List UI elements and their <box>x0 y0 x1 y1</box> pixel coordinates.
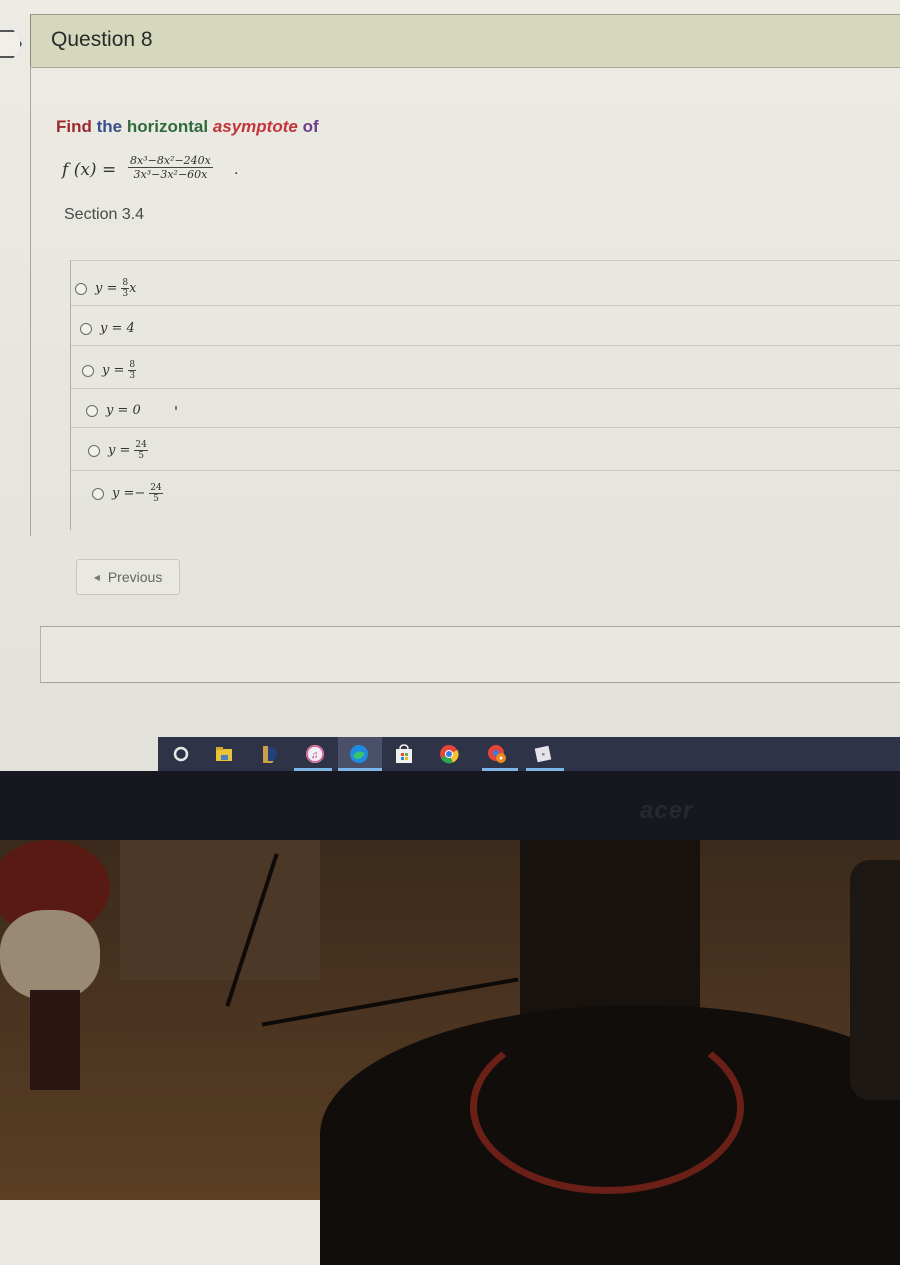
answer-choices <box>70 260 900 530</box>
toy-figure <box>850 860 900 1100</box>
divider <box>71 260 900 261</box>
prompt-word: asymptote <box>212 117 298 136</box>
wall-region <box>120 840 320 980</box>
answer-choice-4[interactable]: y = 0 <box>86 403 141 418</box>
stand-accent-ring <box>470 1020 744 1194</box>
answer-choice-5[interactable]: y = 24 5 <box>88 440 148 461</box>
question-header: Question 8 <box>30 14 900 68</box>
answer-choice-1[interactable]: y = 83 x <box>75 278 136 299</box>
question-nav-arrow[interactable] <box>0 30 22 58</box>
choice-lhs: y = 0 <box>106 403 141 418</box>
radio-button[interactable] <box>88 444 100 457</box>
question-prompt: Find the horizontal asymptote of <box>56 117 319 137</box>
prompt-word: Find <box>56 117 92 136</box>
cursor-mark <box>175 406 177 410</box>
divider <box>71 305 900 306</box>
radio-button[interactable] <box>75 282 87 295</box>
question-title: Question 8 <box>51 28 153 51</box>
prompt-word: of <box>302 117 319 136</box>
choice-fraction: 83 <box>128 360 137 381</box>
choice-sign: − <box>134 486 146 501</box>
prompt-word: the <box>96 117 123 136</box>
choice-lhs: y = 4 <box>100 321 135 336</box>
formula-fraction: 8x³−8x²−240x 3x³−3x²−60x <box>128 154 213 181</box>
choice-fraction: 83 <box>121 278 130 299</box>
choice-numerator: 8 <box>121 278 130 289</box>
answer-choice-3[interactable]: y = 83 <box>82 360 137 381</box>
radio-button[interactable] <box>92 487 104 500</box>
room-background <box>0 840 900 1265</box>
monitor-bezel <box>0 771 900 841</box>
choice-lhs: y = <box>102 363 125 378</box>
file-explorer-icon[interactable] <box>213 743 235 765</box>
answer-choice-6[interactable]: y = − 24 5 <box>92 483 163 504</box>
previous-label: Previous <box>107 569 163 585</box>
itunes-icon[interactable]: ♫ <box>304 743 326 765</box>
choice-denominator: 3 <box>122 289 129 299</box>
divider <box>71 427 900 428</box>
chrome-profile-icon[interactable] <box>486 743 508 765</box>
formula-period: . <box>234 162 239 178</box>
choice-lhs: y = <box>108 443 131 458</box>
radio-button[interactable] <box>80 322 92 335</box>
cortana-icon[interactable] <box>170 743 192 765</box>
section-label: Section 3.4 <box>64 206 145 223</box>
choice-numerator: 24 <box>134 440 148 451</box>
choice-lhs: y = <box>95 281 118 296</box>
radio-button[interactable] <box>86 404 98 417</box>
formula-numerator: 8x³−8x²−240x <box>128 154 213 168</box>
prompt-word: horizontal <box>126 117 209 136</box>
footer-panel <box>40 626 900 683</box>
choice-fraction: 24 5 <box>149 483 163 504</box>
previous-button[interactable]: ◀ Previous <box>76 559 180 595</box>
toy-face <box>0 910 100 1000</box>
formula-denominator: 3x³−3x²−60x <box>133 168 208 181</box>
choice-fraction: 24 5 <box>134 440 148 461</box>
microsoft-store-icon[interactable] <box>393 743 415 765</box>
toy-figure <box>0 840 120 1100</box>
chrome-icon[interactable] <box>438 743 460 765</box>
monitor-brand-logo: acer <box>640 797 694 824</box>
roblox-icon[interactable] <box>532 743 554 765</box>
divider <box>71 470 900 471</box>
choice-numerator: 24 <box>149 483 163 494</box>
choice-suffix: x <box>129 281 137 296</box>
choice-lhs: y = <box>112 486 135 501</box>
choice-denominator: 5 <box>153 494 159 504</box>
formula-lhs: f (x) = <box>62 160 117 180</box>
choice-denominator: 3 <box>129 371 136 381</box>
edge-icon[interactable] <box>348 743 370 765</box>
choice-numerator: 8 <box>128 360 137 371</box>
radio-button[interactable] <box>82 364 94 377</box>
svg-text:♫: ♫ <box>311 750 319 761</box>
league-of-legends-icon[interactable] <box>258 743 280 765</box>
monitor-screen: Question 8 Find the horizontal asymptote… <box>0 0 900 775</box>
choice-denominator: 5 <box>138 451 144 461</box>
cable <box>261 977 519 1027</box>
divider <box>71 388 900 389</box>
toy-body <box>30 990 80 1090</box>
answer-choice-2[interactable]: y = 4 <box>80 321 135 336</box>
windows-taskbar: ♫ <box>158 737 900 771</box>
triangle-left-icon: ◀ <box>93 572 100 582</box>
divider <box>71 345 900 346</box>
